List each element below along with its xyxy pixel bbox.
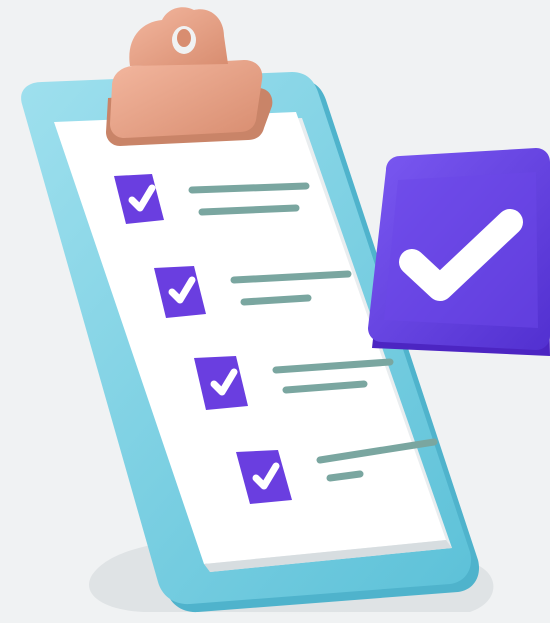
text-line [188, 182, 310, 194]
illustration-scene [0, 0, 550, 623]
text-line [240, 294, 312, 306]
clipboard-checklist-illustration [21, 7, 550, 616]
text-line [326, 470, 364, 482]
clip-body [110, 60, 263, 138]
text-line [198, 204, 300, 216]
clip-hole-inner [177, 29, 191, 47]
clipboard-clip-icon [106, 7, 273, 146]
big-check-badge-icon [368, 148, 550, 356]
